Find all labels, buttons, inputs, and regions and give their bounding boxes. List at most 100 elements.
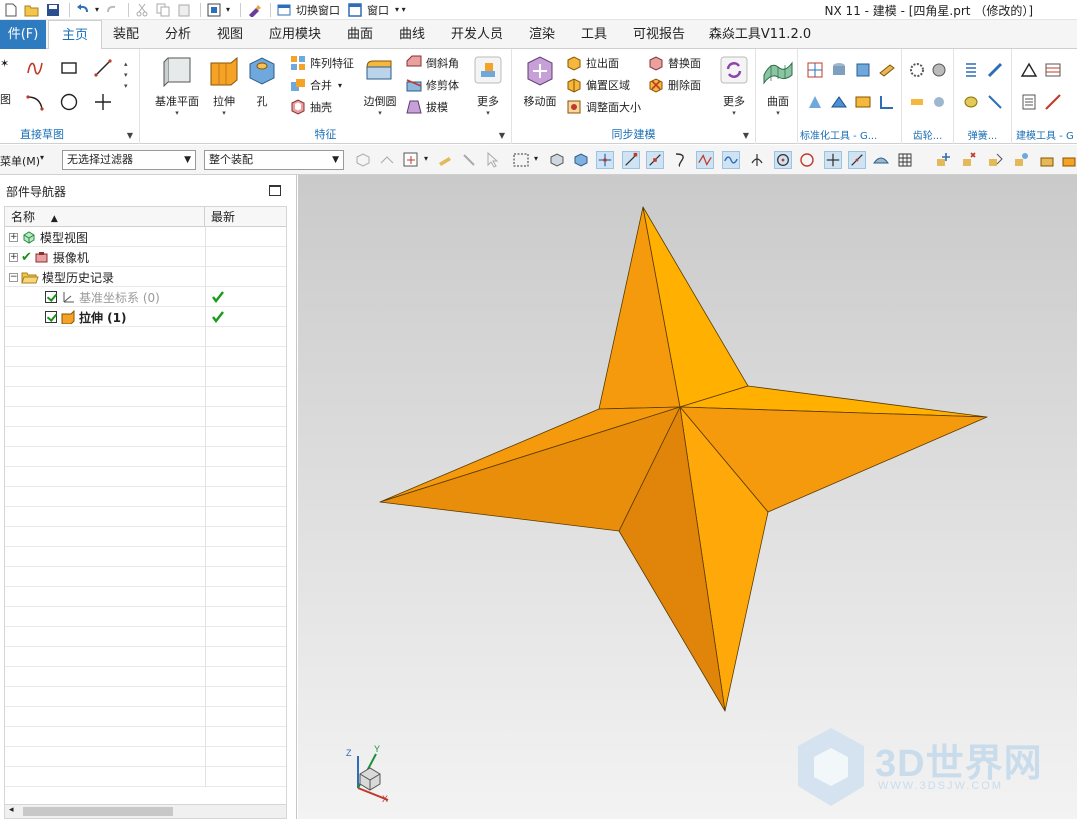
gear-tool-2-icon[interactable] [930,61,948,79]
gear-tool-3-icon[interactable] [908,93,926,111]
extrude-button[interactable]: 拉伸 ▾ [204,55,244,117]
redo-icon[interactable] [103,2,121,18]
assembly-tool-1-icon[interactable] [934,151,952,169]
expand-toggle-icon[interactable]: − [9,272,18,282]
pattern-feature-button[interactable]: 阵列特征 [290,53,354,73]
tab-developer[interactable]: 开发人员 [444,20,510,49]
assembly-tool-5-icon[interactable] [1038,151,1056,169]
tab-visual-report[interactable]: 可视报告 [626,20,692,49]
std-tool-8-icon[interactable] [878,93,896,111]
move-face-button[interactable]: 移动面 [520,55,560,109]
std-tool-2-icon[interactable] [830,61,848,79]
tab-curve[interactable]: 曲线 [392,20,432,49]
rectangle-icon[interactable] [60,59,78,77]
tree-node-model-history[interactable]: − 模型历史记录 [9,267,114,287]
feature-checkbox[interactable] [45,311,57,323]
deselect-icon[interactable] [460,151,478,169]
spring-tool-3-icon[interactable] [962,93,980,111]
assembly-tool-2-icon[interactable] [960,151,978,169]
expand-toggle-icon[interactable]: + [9,232,18,242]
feature-more-button[interactable]: 更多 ▾ [470,55,506,117]
switch-window-button[interactable]: 切换窗口 [296,2,340,18]
trim-body-button[interactable]: 修剪体 [406,75,459,95]
std-tool-4-icon[interactable] [878,61,896,79]
tree-row[interactable]: + ✔ 摄像机 [5,247,286,267]
rectangle-select-icon[interactable] [512,151,530,169]
tree-row[interactable]: 拉伸 (1) [5,307,286,327]
dropdown-arrow-icon[interactable]: ▾ [424,154,428,163]
view-dropdown-icon[interactable]: ▾ [226,5,230,14]
snap-endpoint-icon[interactable] [622,151,640,169]
sketch-button-label[interactable]: 图 [0,91,11,107]
assembly-tool-3-icon[interactable] [986,151,1004,169]
menu-dropdown-icon[interactable]: ▾ [40,153,44,162]
expand-toggle-icon[interactable]: + [9,252,18,262]
snap-enable-icon[interactable] [596,151,614,169]
open-folder-icon[interactable] [23,2,41,18]
tree-row[interactable]: − 模型历史记录 [5,267,286,287]
tree-node-camera[interactable]: + ✔ 摄像机 [9,247,89,267]
gear-tool-1-icon[interactable] [908,61,926,79]
tab-tools[interactable]: 工具 [574,20,614,49]
line-icon[interactable] [94,59,112,77]
tab-senyan-tools[interactable]: 森焱工具V11.2.0 [704,20,816,49]
point-icon[interactable] [94,93,112,111]
cursor-icon[interactable] [484,151,502,169]
snap-center-icon[interactable] [774,151,792,169]
std-tool-7-icon[interactable] [854,93,872,111]
hole-button[interactable]: 孔 [244,55,280,109]
assembly-tool-4-icon[interactable] [1012,151,1030,169]
column-header-name[interactable]: 名称 ▲ [5,207,205,227]
save-icon[interactable] [44,2,62,18]
tree-row[interactable]: 基准坐标系 (0) [5,287,286,307]
arc-icon[interactable] [26,93,44,111]
snap-curve-icon[interactable] [722,151,740,169]
studio-spline-icon[interactable] [26,59,44,77]
spring-tool-4-icon[interactable] [986,93,1004,111]
paste-icon[interactable] [175,2,193,18]
window-icon[interactable] [346,2,364,18]
select-all-icon[interactable] [402,151,420,169]
scroll-left-icon[interactable]: ◂ [9,805,14,815]
spring-tool-2-icon[interactable] [986,61,1004,79]
solid-body-icon[interactable] [548,151,566,169]
dropdown-arrow-icon[interactable]: ▾ [534,154,538,163]
window-dropdown-icon[interactable]: ▾ ▾ [395,5,406,14]
snap-midpoint-icon[interactable] [646,151,664,169]
table-icon[interactable] [1044,61,1062,79]
feature-checkbox[interactable] [45,291,57,303]
resize-face-button[interactable]: 调整面大小 [566,97,641,117]
snap-quadrant-icon[interactable] [748,151,766,169]
surface-button[interactable]: 曲面 ▾ [760,55,796,117]
tree-node-extrude[interactable]: 拉伸 (1) [45,307,127,327]
draft-button[interactable]: 拔模 [406,97,448,117]
tab-home[interactable]: 主页 [48,20,102,50]
assembly-filter-icon[interactable] [354,151,372,169]
file-tab[interactable]: 件(F) [0,20,46,49]
delete-face-button[interactable]: 删除面 [648,75,701,95]
snap-intersection-icon[interactable] [696,151,714,169]
assembly-tool-6-icon[interactable] [1060,151,1077,169]
measure-icon[interactable] [1044,93,1062,111]
cut-icon[interactable] [133,2,151,18]
feature-select-icon[interactable] [436,151,454,169]
group-options-icon[interactable]: ▼ [743,131,749,140]
pull-face-button[interactable]: 拉出面 [566,53,619,73]
maximize-icon[interactable] [269,185,281,196]
star-model[interactable] [298,175,1077,819]
tab-surface[interactable]: 曲面 [340,20,380,49]
component-filter-icon[interactable] [378,151,396,169]
scrollbar-thumb[interactable] [23,807,173,816]
tab-analysis[interactable]: 分析 [158,20,198,49]
tree-node-model-views[interactable]: + 模型视图 [9,227,88,247]
tree-row[interactable]: + 模型视图 [5,227,286,247]
snap-point-on-face-icon[interactable] [872,151,890,169]
type-filter-select[interactable]: 无选择过滤器 ▼ [62,150,196,170]
replace-face-button[interactable]: 替换面 [648,53,701,73]
unite-button[interactable]: 合并 ▾ [290,75,342,95]
chamfer-button[interactable]: 倒斜角 [406,53,459,73]
tab-assembly[interactable]: 装配 [106,20,146,49]
undo-dropdown-icon[interactable]: ▾ [95,5,99,14]
snap-existing-point-icon[interactable] [824,151,842,169]
edge-blend-button[interactable]: 边倒圆 ▾ [360,55,400,117]
